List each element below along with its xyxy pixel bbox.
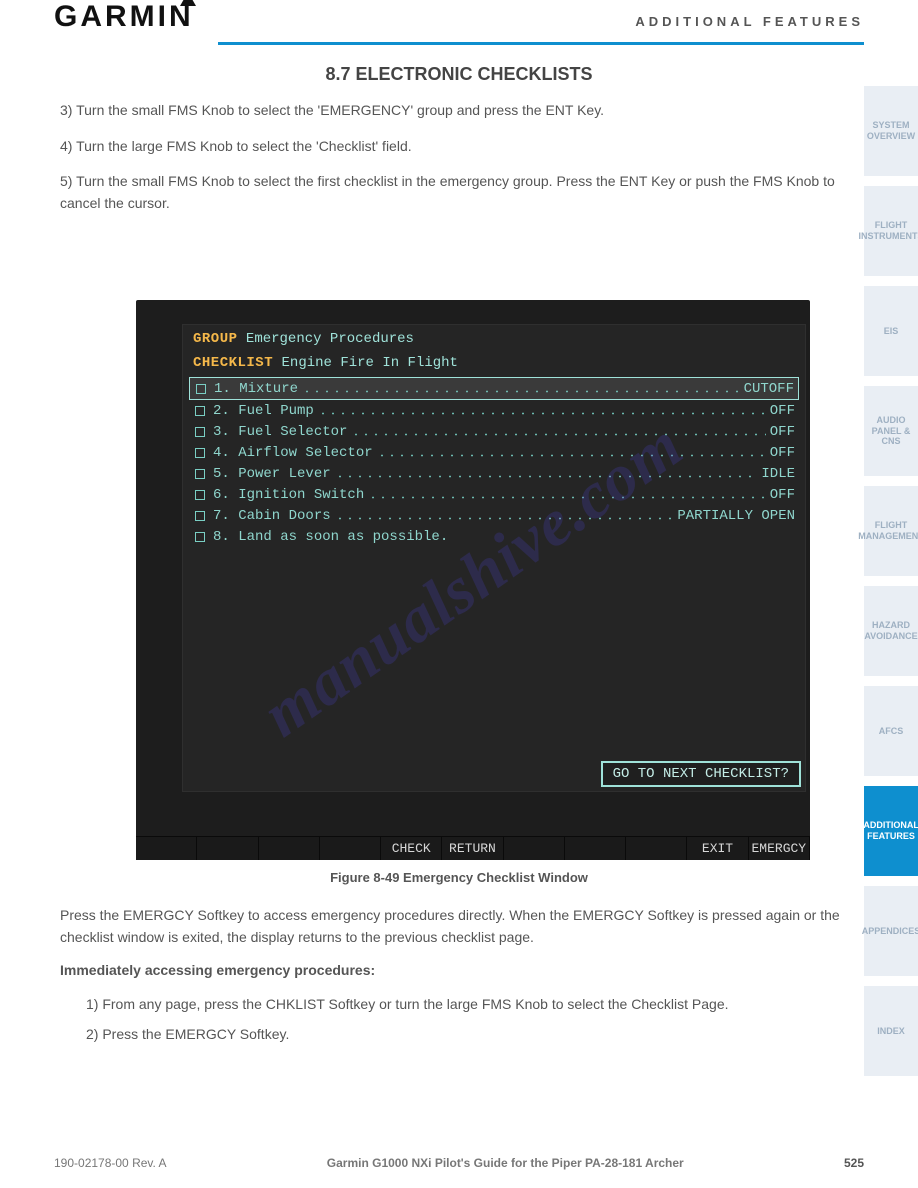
checklist-item[interactable]: 5. Power Lever IDLE [189, 463, 799, 484]
triangle-icon [180, 0, 196, 16]
checkbox-icon[interactable] [195, 490, 205, 500]
go-to-next-checklist-button[interactable]: GO TO NEXT CHECKLIST? [601, 761, 801, 787]
side-tab[interactable]: AUDIO PANEL & CNS [864, 386, 918, 476]
checklist-item[interactable]: 4. Airflow Selector OFF [189, 442, 799, 463]
checkbox-icon[interactable] [195, 469, 205, 479]
step-3: 3) Turn the small FMS Knob to select the… [60, 100, 850, 122]
side-tab[interactable]: FLIGHT INSTRUMENTS [864, 186, 918, 276]
checkbox-icon[interactable] [195, 427, 205, 437]
header-title: ADDITIONAL FEATURES [635, 14, 864, 29]
checkbox-icon[interactable] [195, 406, 205, 416]
side-tab[interactable]: APPENDICES [864, 886, 918, 976]
softkey-blank [197, 836, 258, 860]
checkbox-icon[interactable] [195, 448, 205, 458]
leader-dots [318, 404, 766, 418]
side-tab[interactable]: EIS [864, 286, 918, 376]
softkey-blank [320, 836, 381, 860]
checklist-item-text: 2. Fuel Pump [213, 403, 314, 419]
softkey-emergcy[interactable]: EMERGCY [749, 836, 810, 860]
group-label: GROUP [193, 331, 238, 347]
leader-dots [335, 509, 674, 523]
side-tab[interactable]: AFCS [864, 686, 918, 776]
checklist-item-text: 5. Power Lever [213, 466, 331, 482]
leader-dots [335, 467, 758, 481]
checklist-item[interactable]: 3. Fuel Selector OFF [189, 421, 799, 442]
step-5: 5) Turn the small FMS Knob to select the… [60, 171, 850, 214]
softkey-blank [504, 836, 565, 860]
step-4: 4) Turn the large FMS Knob to select the… [60, 136, 850, 158]
checklist-value: Engine Fire In Flight [282, 355, 458, 371]
checklist-item-value: OFF [770, 424, 795, 440]
checkbox-icon[interactable] [196, 384, 206, 394]
side-tab[interactable]: SYSTEM OVERVIEW [864, 86, 918, 176]
softkey-blank [136, 836, 197, 860]
checklist-item-text: 7. Cabin Doors [213, 508, 331, 524]
leader-dots [368, 488, 766, 502]
side-tab[interactable]: HAZARD AVOIDANCE [864, 586, 918, 676]
section-title: 8.7 ELECTRONIC CHECKLISTS [0, 64, 918, 85]
checklist-item-text: 8. Land as soon as possible. [213, 529, 448, 545]
header-rule [218, 42, 864, 45]
immediate-heading: Immediately accessing emergency procedur… [60, 960, 850, 982]
checklist-item-value: CUTOFF [744, 381, 794, 397]
footer-revision: 190-02178-00 Rev. A [54, 1156, 167, 1170]
side-tab[interactable]: FLIGHT MANAGEMENT [864, 486, 918, 576]
checklist-item-text: 1. Mixture [214, 381, 298, 397]
softkey-check[interactable]: CHECK [381, 836, 442, 860]
softkey-blank [565, 836, 626, 860]
checklist-item[interactable]: 1. Mixture CUTOFF [189, 377, 799, 400]
softkey-return[interactable]: RETURN [442, 836, 503, 860]
checklist-item-value: OFF [770, 445, 795, 461]
footer-title: Garmin G1000 NXi Pilot's Guide for the P… [327, 1156, 684, 1170]
checklist-item-text: 4. Airflow Selector [213, 445, 373, 461]
checklist-item-value: OFF [770, 403, 795, 419]
page-footer: 190-02178-00 Rev. A Garmin G1000 NXi Pil… [54, 1156, 864, 1170]
softkey-exit[interactable]: EXIT [687, 836, 748, 860]
softkey-blank [626, 836, 687, 860]
emergcy-paragraph: Press the EMERGCY Softkey to access emer… [60, 905, 850, 948]
checklist-item[interactable]: 8. Land as soon as possible. [189, 526, 799, 547]
checklist-item-value: PARTIALLY OPEN [677, 508, 795, 524]
immediate-step-2: 2) Press the EMERGCY Softkey. [86, 1024, 850, 1046]
leader-dots [351, 425, 765, 439]
figure-caption: Figure 8-49 Emergency Checklist Window [0, 870, 918, 885]
garmin-logo: GARMIN [54, 0, 210, 34]
softkey-blank [259, 836, 320, 860]
footer-page-number: 525 [844, 1156, 864, 1170]
checklist-item[interactable]: 2. Fuel Pump OFF [189, 400, 799, 421]
checkbox-icon[interactable] [195, 511, 205, 521]
group-value: Emergency Procedures [246, 331, 414, 347]
checklist-label: CHECKLIST [193, 355, 273, 371]
checklist-item-value: IDLE [761, 466, 795, 482]
checklist-item-value: OFF [770, 487, 795, 503]
checklist-item[interactable]: 6. Ignition Switch OFF [189, 484, 799, 505]
checklist-screenshot: GROUP Emergency Procedures CHECKLIST Eng… [136, 300, 810, 860]
checklist-item-text: 6. Ignition Switch [213, 487, 364, 503]
side-tab[interactable]: ADDITIONAL FEATURES [864, 786, 918, 876]
checkbox-icon[interactable] [195, 532, 205, 542]
checklist-item-text: 3. Fuel Selector [213, 424, 347, 440]
immediate-step-1: 1) From any page, press the CHKLIST Soft… [86, 994, 850, 1016]
leader-dots [302, 382, 740, 396]
side-tab[interactable]: INDEX [864, 986, 918, 1076]
checklist-item[interactable]: 7. Cabin Doors PARTIALLY OPEN [189, 505, 799, 526]
leader-dots [377, 446, 766, 460]
